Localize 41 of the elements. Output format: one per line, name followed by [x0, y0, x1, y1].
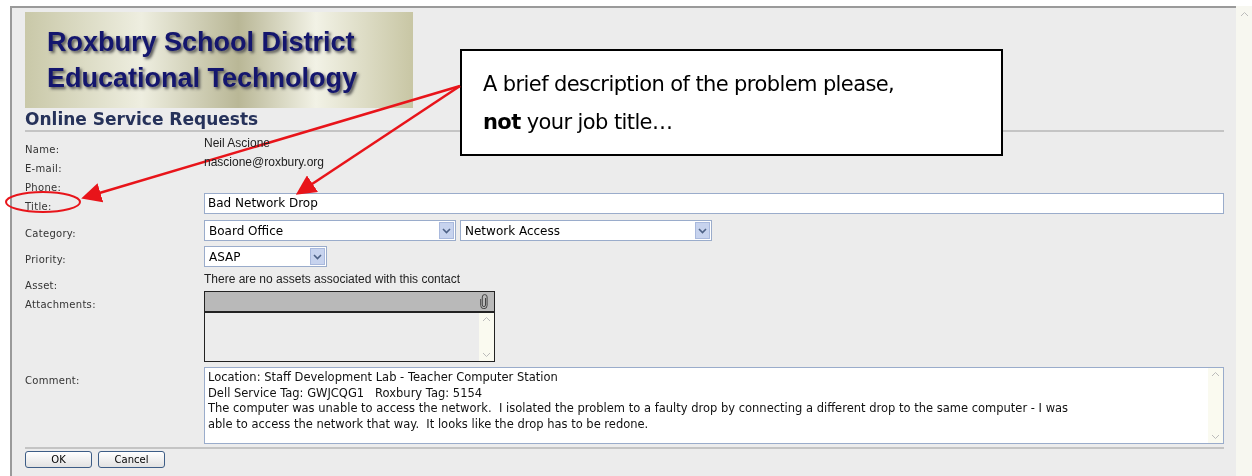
logo-text: Roxbury School District: [47, 26, 356, 59]
field-label: Comment:: [25, 375, 80, 386]
dropdown-caret-icon: [439, 222, 454, 239]
dropdown[interactable]: Board Office: [204, 220, 456, 241]
scroll-down-icon[interactable]: [1210, 433, 1221, 441]
callout-text: not your job title…: [483, 108, 674, 136]
field-label: Priority:: [25, 254, 66, 265]
page-scrollbar[interactable]: [1236, 6, 1252, 476]
comment-field[interactable]: [204, 367, 1224, 444]
field-label: Title:: [25, 201, 52, 212]
dropdown[interactable]: Network Access: [460, 220, 712, 241]
comment-line: The computer was unable to access the network. I isolated the problem to a faulty drop by connecting a different drop to the same computer - I was: [208, 401, 1070, 417]
dropdown-caret-icon: [310, 248, 325, 265]
field-label: Name:: [25, 144, 60, 155]
comment-line: able to access the network that way. It looks like the drop has to be redone.: [208, 416, 650, 432]
field-label: Phone:: [25, 182, 62, 193]
comment-line: Dell Service Tag: GWJCQG1 Roxbury Tag: 5154: [208, 385, 484, 401]
dropdown[interactable]: ASAP: [204, 246, 327, 267]
page-heading: Online Service Requests: [25, 109, 259, 130]
scroll-up-icon[interactable]: [481, 315, 492, 323]
field-label: Asset:: [25, 280, 58, 291]
scroll-up-icon[interactable]: [1210, 370, 1221, 378]
field-value: Neil Ascione: [204, 136, 271, 151]
logo-text: Educational Technology: [47, 62, 359, 95]
title-input[interactable]: Bad Network Drop: [204, 193, 1224, 214]
field-value: nascione@roxbury.org: [204, 155, 325, 170]
field-label: Category:: [25, 228, 77, 239]
field-value: There are no assets associated with this contact: [204, 272, 461, 287]
callout-text: A brief description of the problem please,: [483, 70, 896, 98]
attachments-box[interactable]: [204, 291, 495, 362]
form-button[interactable]: Cancel: [98, 451, 165, 468]
form-button[interactable]: OK: [25, 451, 92, 468]
scroll-down-icon[interactable]: [481, 351, 492, 359]
field-label: Attachments:: [25, 299, 96, 310]
paperclip-icon[interactable]: [480, 294, 488, 309]
scroll-up-icon[interactable]: [1238, 10, 1250, 18]
comment-line: Location: Staff Development Lab - Teacher Computer Station: [208, 370, 559, 386]
scrollbar[interactable]: [1208, 368, 1223, 443]
dropdown-caret-icon: [695, 222, 710, 239]
field-label: E-mail:: [25, 163, 62, 174]
scrollbar[interactable]: [479, 313, 494, 361]
